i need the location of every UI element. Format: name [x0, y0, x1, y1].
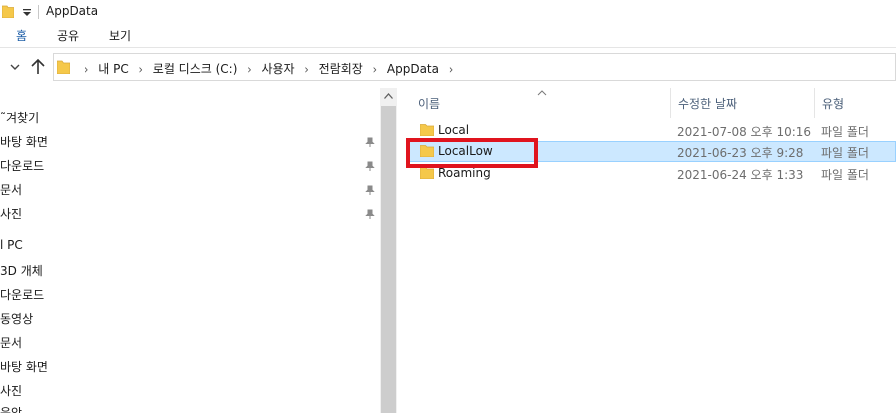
- breadcrumb-this-pc[interactable]: 내 PC: [98, 60, 128, 77]
- file-modified: 2021-06-24 오후 1:33: [677, 168, 804, 182]
- nav-item-pc-pictures[interactable]: 사진: [0, 382, 22, 399]
- tab-home[interactable]: 홈: [16, 27, 27, 44]
- nav-item-pc-desktop[interactable]: 바탕 화면: [0, 358, 48, 375]
- window-title: AppData: [46, 4, 99, 18]
- file-modified: 2021-07-08 오후 10:16: [677, 125, 812, 139]
- file-name: Local: [438, 123, 470, 137]
- breadcrumb: › 내 PC › 로컬 디스크 (C:) › 사용자 › 전람회장 › AppD…: [78, 60, 459, 77]
- nav-item-music[interactable]: 음악: [0, 404, 22, 413]
- chevron-right-icon[interactable]: ›: [449, 62, 453, 76]
- folder-icon: [2, 5, 14, 18]
- recent-locations-icon[interactable]: [10, 62, 20, 72]
- ribbon-tabs: 홈 공유 보기: [0, 24, 896, 48]
- chevron-right-icon: ›: [84, 62, 89, 77]
- chevron-right-icon[interactable]: ›: [139, 62, 143, 76]
- chevron-right-icon[interactable]: ›: [373, 62, 377, 76]
- column-divider[interactable]: [670, 88, 671, 118]
- file-name: Roaming: [438, 166, 491, 180]
- annotation-highlight-box: [406, 138, 538, 168]
- column-divider[interactable]: [814, 88, 815, 118]
- folder-icon: [420, 167, 434, 179]
- folder-icon: [420, 124, 434, 136]
- breadcrumb-local-disk[interactable]: 로컬 디스크 (C:): [153, 60, 238, 77]
- column-header-modified[interactable]: 수정한 날짜: [678, 95, 737, 112]
- breadcrumb-user[interactable]: 전람회장: [319, 60, 363, 77]
- nav-item-documents[interactable]: 문서: [0, 181, 22, 198]
- nav-item-downloads[interactable]: 다운로드: [0, 157, 44, 174]
- nav-item-pictures[interactable]: 사진: [0, 205, 22, 222]
- pin-icon: [365, 137, 375, 147]
- scroll-up-arrow-icon[interactable]: [384, 93, 393, 99]
- chevron-right-icon[interactable]: ›: [304, 62, 308, 76]
- sort-caret-icon: [537, 90, 547, 96]
- column-header-type[interactable]: 유형: [822, 95, 844, 112]
- file-type: 파일 폴더: [821, 146, 869, 160]
- breadcrumb-appdata[interactable]: AppData: [387, 62, 439, 76]
- pin-icon: [365, 185, 375, 195]
- tab-share[interactable]: 공유: [57, 27, 79, 44]
- tab-view[interactable]: 보기: [109, 27, 131, 44]
- column-header-name[interactable]: 이름: [418, 95, 440, 112]
- folder-icon: [57, 60, 70, 74]
- nav-this-pc[interactable]: l PC: [0, 238, 23, 252]
- quick-access-dropdown-icon[interactable]: [20, 6, 34, 18]
- title-separator: [38, 5, 39, 19]
- title-bar: AppData: [0, 0, 896, 24]
- chevron-right-icon[interactable]: ›: [247, 62, 251, 76]
- nav-item-pc-documents[interactable]: 문서: [0, 334, 22, 351]
- nav-quick-access[interactable]: ˜겨찾기: [0, 109, 39, 126]
- up-arrow-icon[interactable]: [30, 58, 46, 76]
- scrollbar-thumb[interactable]: [381, 106, 396, 413]
- nav-scrollbar[interactable]: [380, 88, 397, 413]
- nav-item-3d-objects[interactable]: 3D 개체: [0, 262, 43, 279]
- file-type: 파일 폴더: [821, 168, 869, 182]
- file-modified: 2021-06-23 오후 9:28: [677, 146, 804, 160]
- pin-icon: [365, 209, 375, 219]
- navigation-pane: ˜겨찾기 바탕 화면 다운로드 문서 사진 l PC 3D 개체 다운로드 동영…: [0, 88, 380, 413]
- file-type: 파일 폴더: [821, 125, 869, 139]
- pin-icon: [365, 161, 375, 171]
- address-bar[interactable]: › 내 PC › 로컬 디스크 (C:) › 사용자 › 전람회장 › AppD…: [53, 53, 896, 81]
- nav-item-pc-downloads[interactable]: 다운로드: [0, 286, 44, 303]
- nav-item-desktop[interactable]: 바탕 화면: [0, 133, 48, 150]
- file-list: 이름 수정한 날짜 유형 Local 2021-07-08 오후 10:16 파…: [397, 88, 896, 413]
- breadcrumb-users[interactable]: 사용자: [261, 60, 294, 77]
- nav-item-videos[interactable]: 동영상: [0, 310, 33, 327]
